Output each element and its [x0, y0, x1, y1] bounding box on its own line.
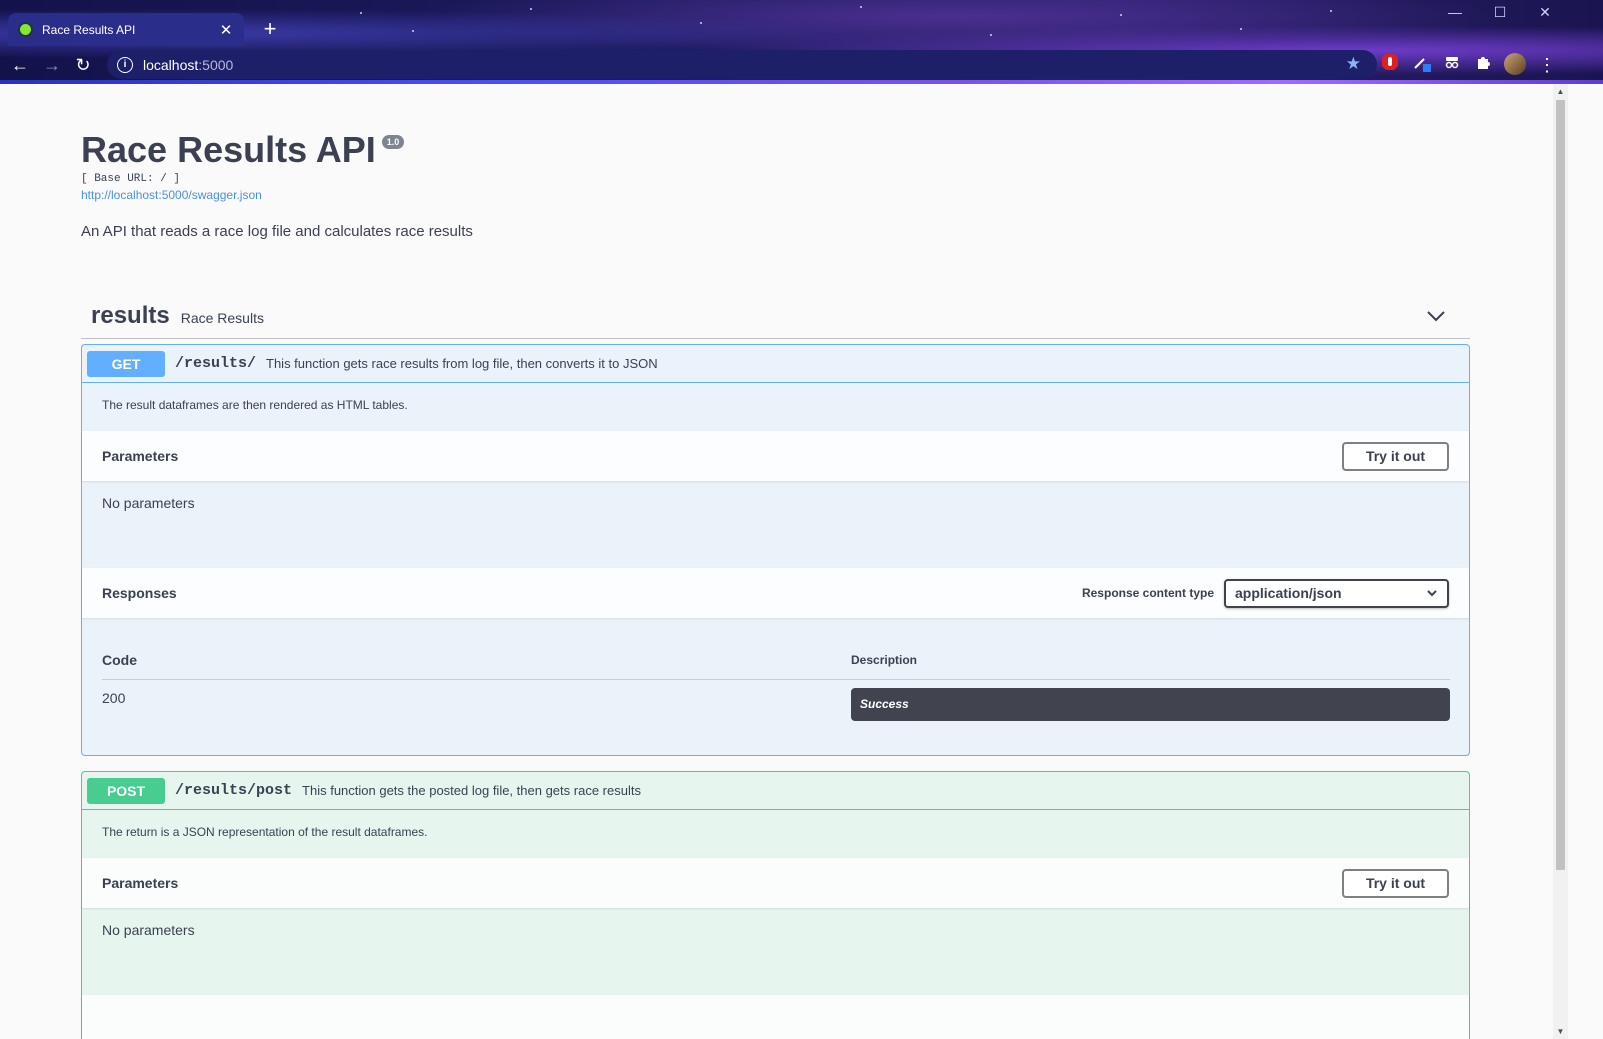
- operation-description: The return is a JSON representation of t…: [102, 825, 428, 839]
- parameters-title: Parameters: [102, 875, 179, 891]
- browser-chrome: Race Results API ✕ + — ☐ ✕ ← → ↻ i local…: [0, 0, 1603, 84]
- chevron-down-icon: [1427, 590, 1437, 597]
- try-it-out-button[interactable]: Try it out: [1342, 441, 1449, 471]
- site-info-icon[interactable]: i: [117, 56, 133, 73]
- scroll-down-icon[interactable]: ▼: [1553, 1024, 1568, 1039]
- browser-tab[interactable]: Race Results API ✕: [8, 13, 244, 46]
- bookmark-star-icon[interactable]: ★: [1346, 54, 1361, 74]
- parameters-title: Parameters: [102, 448, 179, 464]
- base-url: [ Base URL: / ]: [81, 173, 181, 185]
- reload-button[interactable]: ↻: [70, 52, 96, 78]
- operation-get-results: GET /results/ This function gets race re…: [81, 344, 1470, 756]
- extensions-puzzle-icon[interactable]: [1473, 53, 1495, 75]
- method-badge: GET: [87, 350, 165, 377]
- page-scrollbar[interactable]: ▲ ▼: [1553, 84, 1568, 1039]
- responses-table-header: Code Description: [102, 645, 1450, 680]
- response-content-type-select[interactable]: application/json: [1224, 578, 1449, 608]
- scroll-up-icon[interactable]: ▲: [1553, 84, 1568, 99]
- address-port: :5000: [198, 56, 234, 73]
- no-parameters-text: No parameters: [102, 922, 195, 938]
- minimize-button[interactable]: —: [1432, 4, 1478, 20]
- operation-summary[interactable]: POST /results/post This function gets th…: [82, 772, 1469, 810]
- incognito-extension-icon[interactable]: [1441, 53, 1463, 75]
- operation-post-results: POST /results/post This function gets th…: [81, 771, 1470, 1039]
- api-title-block: Race Results API 1.0: [81, 129, 405, 171]
- parameters-header: Parameters Try it out: [82, 431, 1469, 481]
- response-code: 200: [102, 690, 126, 706]
- forward-button[interactable]: →: [39, 52, 65, 78]
- operation-path: /results/post: [175, 782, 293, 799]
- scrollbar-thumb[interactable]: [1556, 100, 1565, 870]
- no-parameters-text: No parameters: [102, 495, 195, 511]
- adblock-extension-icon[interactable]: [1379, 53, 1401, 75]
- operation-description: The result dataframes are then rendered …: [102, 398, 408, 412]
- tag-header-results[interactable]: results Race Results: [81, 294, 1470, 339]
- parameters-header: Parameters Try it out: [82, 858, 1469, 908]
- response-content-type-label: Response content type: [1081, 586, 1214, 600]
- description-column-header: Description: [851, 653, 918, 667]
- close-window-button[interactable]: ✕: [1522, 4, 1568, 21]
- version-badge: 1.0: [381, 135, 405, 149]
- api-description: An API that reads a race log file and ca…: [81, 223, 473, 240]
- responses-header-partial: [82, 995, 1469, 1039]
- tab-strip: Race Results API ✕ + — ☐ ✕: [0, 0, 1603, 46]
- tab-close-icon[interactable]: ✕: [218, 21, 234, 39]
- browser-menu-icon[interactable]: ⋮: [1534, 52, 1560, 78]
- tag-description: Race Results: [180, 309, 264, 326]
- operation-summary-text: This function gets race results from log…: [266, 356, 658, 371]
- api-title: Race Results API: [81, 129, 376, 170]
- tab-title: Race Results API: [42, 22, 136, 37]
- method-badge: POST: [87, 777, 165, 804]
- responses-header: Responses Response content type applicat…: [82, 568, 1469, 618]
- swagger-page: Race Results API 1.0 [ Base URL: / ] htt…: [0, 84, 1553, 1039]
- address-host: localhost: [143, 56, 199, 73]
- tag-name: results: [91, 302, 170, 329]
- response-description: Success: [851, 688, 1450, 721]
- new-tab-button[interactable]: +: [258, 17, 282, 41]
- try-it-out-button[interactable]: Try it out: [1342, 868, 1449, 898]
- address-bar[interactable]: i localhost:5000 ★: [107, 50, 1377, 79]
- operation-path: /results/: [175, 355, 257, 372]
- back-button[interactable]: ←: [7, 52, 33, 78]
- swagger-favicon-icon: [18, 22, 33, 37]
- selected-content-type: application/json: [1235, 585, 1342, 601]
- swagger-json-link[interactable]: http://localhost:5000/swagger.json: [81, 188, 262, 202]
- color-picker-extension-icon[interactable]: [1411, 53, 1433, 75]
- code-column-header: Code: [102, 652, 137, 668]
- operation-summary-text: This function gets the posted log file, …: [302, 783, 641, 798]
- responses-title: Responses: [102, 585, 177, 601]
- window-edge: [1568, 84, 1603, 1039]
- profile-avatar[interactable]: [1504, 53, 1526, 75]
- operation-summary[interactable]: GET /results/ This function gets race re…: [82, 345, 1469, 383]
- maximize-button[interactable]: ☐: [1477, 4, 1523, 21]
- chevron-down-icon[interactable]: [1426, 306, 1446, 326]
